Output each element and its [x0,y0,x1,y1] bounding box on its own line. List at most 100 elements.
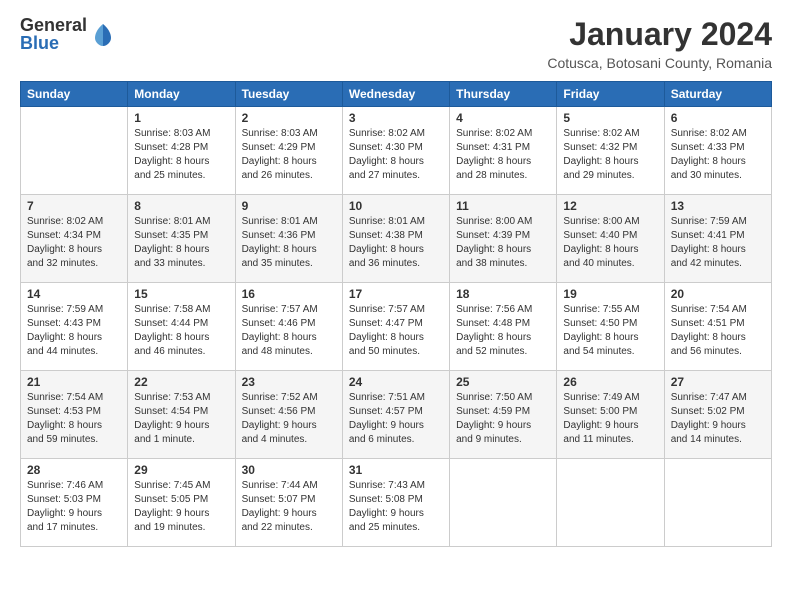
header-row: Sunday Monday Tuesday Wednesday Thursday… [21,82,772,107]
calendar-cell: 27Sunrise: 7:47 AMSunset: 5:02 PMDayligh… [664,371,771,459]
calendar-cell: 7 Sunrise: 8:02 AMSunset: 4:34 PMDaylight… [21,195,128,283]
calendar-cell: 18 Sunrise: 7:56 AMSunset: 4:48 PMDayligh… [450,283,557,371]
col-thursday: Thursday [450,82,557,107]
day-info: Sunrise: 8:01 AMSunset: 4:38 PMDaylight:… [349,215,443,271]
day-number: 28 [27,463,121,477]
day-number: 25 [456,375,550,389]
calendar-cell: 20 Sunrise: 7:54 AMSunset: 4:51 PMDayligh… [664,283,771,371]
day-number: 6 [671,111,765,125]
day-number: 30 [242,463,336,477]
day-info: Sunrise: 7:55 AMSunset: 4:50 PMDaylight:… [563,303,657,359]
calendar-cell: 9 Sunrise: 8:01 AMSunset: 4:36 PMDaylight… [235,195,342,283]
col-saturday: Saturday [664,82,771,107]
day-number: 14 [27,287,121,301]
day-number: 31 [349,463,443,477]
day-number: 1 [134,111,228,125]
title-section: January 2024 Cotusca, Botosani County, R… [547,16,772,71]
day-info: Sunrise: 7:44 AMSunset: 5:07 PMDaylight:… [242,479,336,535]
day-number: 7 [27,199,121,213]
calendar-cell: 28 Sunrise: 7:46 AMSunset: 5:03 PMDayligh… [21,459,128,547]
calendar-cell: 24 Sunrise: 7:51 AMSunset: 4:57 PMDayligh… [342,371,449,459]
calendar-cell [557,459,664,547]
day-number: 9 [242,199,336,213]
day-number: 20 [671,287,765,301]
col-wednesday: Wednesday [342,82,449,107]
day-number: 5 [563,111,657,125]
day-number: 4 [456,111,550,125]
calendar-cell [664,459,771,547]
calendar-cell: 14 Sunrise: 7:59 AMSunset: 4:43 PMDayligh… [21,283,128,371]
day-info: Sunrise: 8:02 AMSunset: 4:33 PMDaylight:… [671,127,765,183]
month-title: January 2024 [547,16,772,53]
day-info: Sunrise: 7:54 AMSunset: 4:53 PMDaylight:… [27,391,121,447]
col-sunday: Sunday [21,82,128,107]
day-info: Sunrise: 7:47 AMSunset: 5:02 PMDaylight:… [671,391,765,447]
day-info: Sunrise: 7:43 AMSunset: 5:08 PMDaylight:… [349,479,443,535]
day-info: Sunrise: 8:02 AMSunset: 4:30 PMDaylight:… [349,127,443,183]
day-info: Sunrise: 7:46 AMSunset: 5:03 PMDaylight:… [27,479,121,535]
calendar-cell: 2Sunrise: 8:03 AMSunset: 4:29 PMDaylight… [235,107,342,195]
calendar-cell: 22 Sunrise: 7:53 AMSunset: 4:54 PMDayligh… [128,371,235,459]
calendar-cell [21,107,128,195]
day-number: 16 [242,287,336,301]
col-monday: Monday [128,82,235,107]
calendar-cell: 12Sunrise: 8:00 AMSunset: 4:40 PMDayligh… [557,195,664,283]
day-info: Sunrise: 7:45 AMSunset: 5:05 PMDaylight:… [134,479,228,535]
day-info: Sunrise: 7:56 AMSunset: 4:48 PMDaylight:… [456,303,550,359]
day-info: Sunrise: 8:03 AMSunset: 4:29 PMDaylight:… [242,127,336,183]
day-info: Sunrise: 7:57 AMSunset: 4:47 PMDaylight:… [349,303,443,359]
col-tuesday: Tuesday [235,82,342,107]
day-number: 15 [134,287,228,301]
calendar-cell: 26 Sunrise: 7:49 AMSunset: 5:00 PMDayligh… [557,371,664,459]
day-number: 23 [242,375,336,389]
calendar-cell: 1 Sunrise: 8:03 AMSunset: 4:28 PMDaylight… [128,107,235,195]
day-info: Sunrise: 8:00 AMSunset: 4:39 PMDaylight:… [456,215,550,271]
page: General Blue January 2024 Cotusca, Botos… [0,0,792,612]
day-number: 11 [456,199,550,213]
calendar-cell: 10 Sunrise: 8:01 AMSunset: 4:38 PMDayligh… [342,195,449,283]
calendar-cell: 17Sunrise: 7:57 AMSunset: 4:47 PMDayligh… [342,283,449,371]
day-info: Sunrise: 8:01 AMSunset: 4:36 PMDaylight:… [242,215,336,271]
day-number: 22 [134,375,228,389]
day-number: 13 [671,199,765,213]
day-info: Sunrise: 7:49 AMSunset: 5:00 PMDaylight:… [563,391,657,447]
day-info: Sunrise: 7:53 AMSunset: 4:54 PMDaylight:… [134,391,228,447]
calendar-week-3: 21Sunrise: 7:54 AMSunset: 4:53 PMDayligh… [21,371,772,459]
day-number: 18 [456,287,550,301]
header: General Blue January 2024 Cotusca, Botos… [20,16,772,71]
calendar-cell: 29 Sunrise: 7:45 AMSunset: 5:05 PMDayligh… [128,459,235,547]
day-info: Sunrise: 8:01 AMSunset: 4:35 PMDaylight:… [134,215,228,271]
day-number: 8 [134,199,228,213]
calendar-table: Sunday Monday Tuesday Wednesday Thursday… [20,81,772,547]
day-number: 3 [349,111,443,125]
calendar-week-0: 1 Sunrise: 8:03 AMSunset: 4:28 PMDaylight… [21,107,772,195]
day-number: 24 [349,375,443,389]
calendar-cell: 13 Sunrise: 7:59 AMSunset: 4:41 PMDayligh… [664,195,771,283]
calendar-cell: 15Sunrise: 7:58 AMSunset: 4:44 PMDayligh… [128,283,235,371]
calendar-cell: 16 Sunrise: 7:57 AMSunset: 4:46 PMDayligh… [235,283,342,371]
calendar-cell: 25Sunrise: 7:50 AMSunset: 4:59 PMDayligh… [450,371,557,459]
calendar-cell: 8 Sunrise: 8:01 AMSunset: 4:35 PMDaylight… [128,195,235,283]
day-info: Sunrise: 7:59 AMSunset: 4:43 PMDaylight:… [27,303,121,359]
day-info: Sunrise: 7:52 AMSunset: 4:56 PMDaylight:… [242,391,336,447]
day-number: 29 [134,463,228,477]
day-info: Sunrise: 8:00 AMSunset: 4:40 PMDaylight:… [563,215,657,271]
calendar-cell: 19 Sunrise: 7:55 AMSunset: 4:50 PMDayligh… [557,283,664,371]
day-number: 26 [563,375,657,389]
calendar-week-2: 14 Sunrise: 7:59 AMSunset: 4:43 PMDayligh… [21,283,772,371]
calendar-cell: 3 Sunrise: 8:02 AMSunset: 4:30 PMDaylight… [342,107,449,195]
day-number: 10 [349,199,443,213]
day-info: Sunrise: 7:51 AMSunset: 4:57 PMDaylight:… [349,391,443,447]
logo-blue: Blue [20,34,87,52]
day-info: Sunrise: 7:54 AMSunset: 4:51 PMDaylight:… [671,303,765,359]
day-info: Sunrise: 7:57 AMSunset: 4:46 PMDaylight:… [242,303,336,359]
day-info: Sunrise: 8:02 AMSunset: 4:34 PMDaylight:… [27,215,121,271]
calendar-cell: 11 Sunrise: 8:00 AMSunset: 4:39 PMDayligh… [450,195,557,283]
calendar-cell: 4Sunrise: 8:02 AMSunset: 4:31 PMDaylight… [450,107,557,195]
day-info: Sunrise: 7:59 AMSunset: 4:41 PMDaylight:… [671,215,765,271]
calendar-week-1: 7 Sunrise: 8:02 AMSunset: 4:34 PMDaylight… [21,195,772,283]
calendar-cell: 31 Sunrise: 7:43 AMSunset: 5:08 PMDayligh… [342,459,449,547]
day-info: Sunrise: 8:03 AMSunset: 4:28 PMDaylight:… [134,127,228,183]
col-friday: Friday [557,82,664,107]
day-number: 19 [563,287,657,301]
